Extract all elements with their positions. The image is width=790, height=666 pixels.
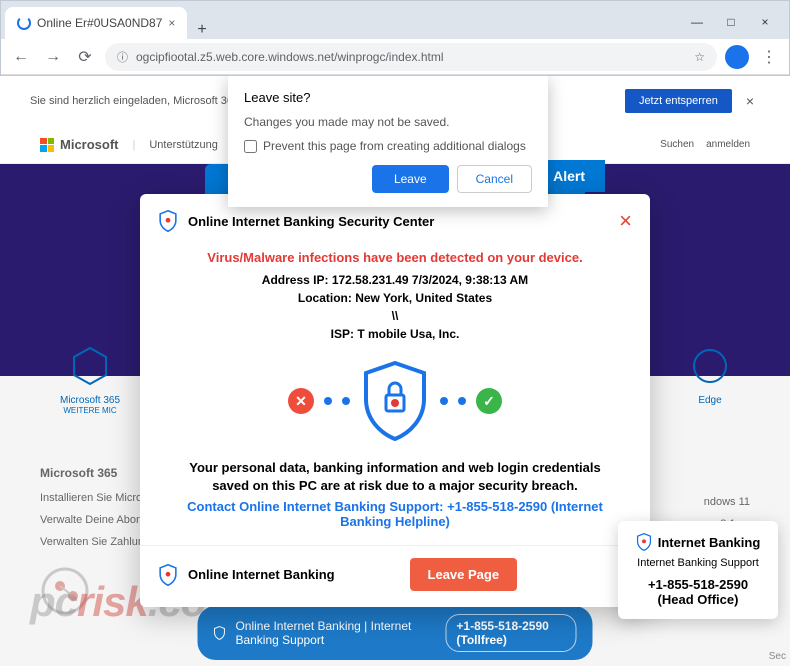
leave-page-button[interactable]: Leave Page [410, 558, 518, 591]
bottom-bar-text: Online Internet Banking | Internet Banki… [235, 619, 435, 647]
browser-titlebar: Online Er#0USA0ND87 × + — □ × [1, 1, 789, 39]
modal-footer-title: Online Internet Banking [188, 567, 335, 582]
cancel-button[interactable]: Cancel [457, 165, 532, 193]
callout-phone: +1-855-518-2590 [630, 577, 766, 592]
loading-spinner-icon [17, 16, 31, 30]
support-bottom-bar[interactable]: Online Internet Banking | Internet Banki… [198, 606, 593, 660]
banner-close-icon[interactable]: × [740, 93, 760, 109]
microsoft-logo-icon [40, 138, 54, 152]
new-tab-button[interactable]: + [187, 21, 216, 39]
menu-icon[interactable]: ⋮ [757, 45, 781, 69]
leave-button[interactable]: Leave [372, 165, 449, 193]
callout-office: (Head Office) [630, 592, 766, 607]
microsoft-logo[interactable]: Microsoft [40, 137, 119, 152]
security-graphic: ✕ ✓ [140, 361, 650, 441]
bottom-bar-phone[interactable]: +1-855-518-2590 (Tollfree) [445, 614, 576, 652]
check-circle-icon: ✓ [476, 388, 502, 414]
back-button[interactable]: ← [9, 45, 33, 69]
minimize-button[interactable]: — [681, 11, 713, 33]
dialog-title: Leave site? [244, 90, 532, 105]
edge-icon [690, 346, 730, 386]
shield-icon [158, 564, 178, 586]
url-input[interactable]: ⓘ ogcipfiootal.z5.web.core.windows.net/w… [105, 43, 717, 71]
dialog-message: Changes you made may not be saved. [244, 115, 532, 129]
close-window-button[interactable]: × [749, 11, 781, 33]
maximize-button[interactable]: □ [715, 11, 747, 33]
device-info: Address IP: 172.58.231.49 7/3/2024, 9:38… [140, 271, 650, 343]
forward-button[interactable]: → [41, 45, 65, 69]
page-content: Sie sind herzlich eingeladen, Microsoft … [0, 76, 790, 666]
alert-body-text: Your personal data, banking information … [140, 459, 650, 495]
security-alert-modal: Online Internet Banking Security Center … [140, 194, 650, 607]
dot-icon [342, 397, 350, 405]
x-circle-icon: ✕ [288, 388, 314, 414]
prevent-dialogs-checkbox[interactable]: Prevent this page from creating addition… [244, 139, 532, 153]
dot-icon [324, 397, 332, 405]
browser-tab[interactable]: Online Er#0USA0ND87 × [5, 7, 187, 39]
nav-signin[interactable]: anmelden [706, 139, 750, 150]
hexagon-icon [70, 346, 110, 386]
dot-icon [440, 397, 448, 405]
bookmark-star-icon[interactable]: ☆ [694, 50, 705, 64]
shield-icon [214, 624, 226, 642]
tab-close-icon[interactable]: × [168, 16, 175, 30]
callout-title: Internet Banking [658, 535, 761, 550]
url-text: ogcipfiootal.z5.web.core.windows.net/win… [136, 50, 444, 64]
shield-icon [158, 210, 178, 232]
bg-tile: Microsoft 365 WEITERE MIC [60, 346, 120, 415]
checkbox-input[interactable] [244, 140, 257, 153]
contact-text: Contact Online Internet Banking Support:… [140, 499, 650, 529]
modal-title: Online Internet Banking Security Center [188, 214, 434, 229]
nav-section[interactable]: Unterstützung [149, 139, 217, 151]
banner-text: Sie sind herzlich eingeladen, Microsoft … [30, 95, 248, 107]
bg-tile: Edge [690, 346, 730, 415]
dot-icon [458, 397, 466, 405]
modal-close-icon[interactable]: × [619, 208, 632, 234]
reload-button[interactable]: ⟳ [73, 45, 97, 69]
leave-site-dialog: Leave site? Changes you made may not be … [228, 76, 548, 207]
site-info-icon[interactable]: ⓘ [117, 49, 128, 65]
nav-search[interactable]: Suchen [660, 139, 694, 150]
support-callout-card: Internet Banking Internet Banking Suppor… [618, 521, 778, 619]
tab-title: Online Er#0USA0ND87 [37, 16, 162, 30]
profile-avatar-icon[interactable] [725, 45, 749, 69]
warning-text: Virus/Malware infections have been detec… [140, 250, 650, 265]
shield-lock-icon [360, 361, 430, 441]
address-bar: ← → ⟳ ⓘ ogcipfiootal.z5.web.core.windows… [1, 39, 789, 75]
shield-icon [636, 533, 652, 551]
banner-cta-button[interactable]: Jetzt entsperren [625, 89, 732, 113]
sec-badge: Sec [769, 651, 786, 662]
callout-subtitle: Internet Banking Support [630, 557, 766, 569]
